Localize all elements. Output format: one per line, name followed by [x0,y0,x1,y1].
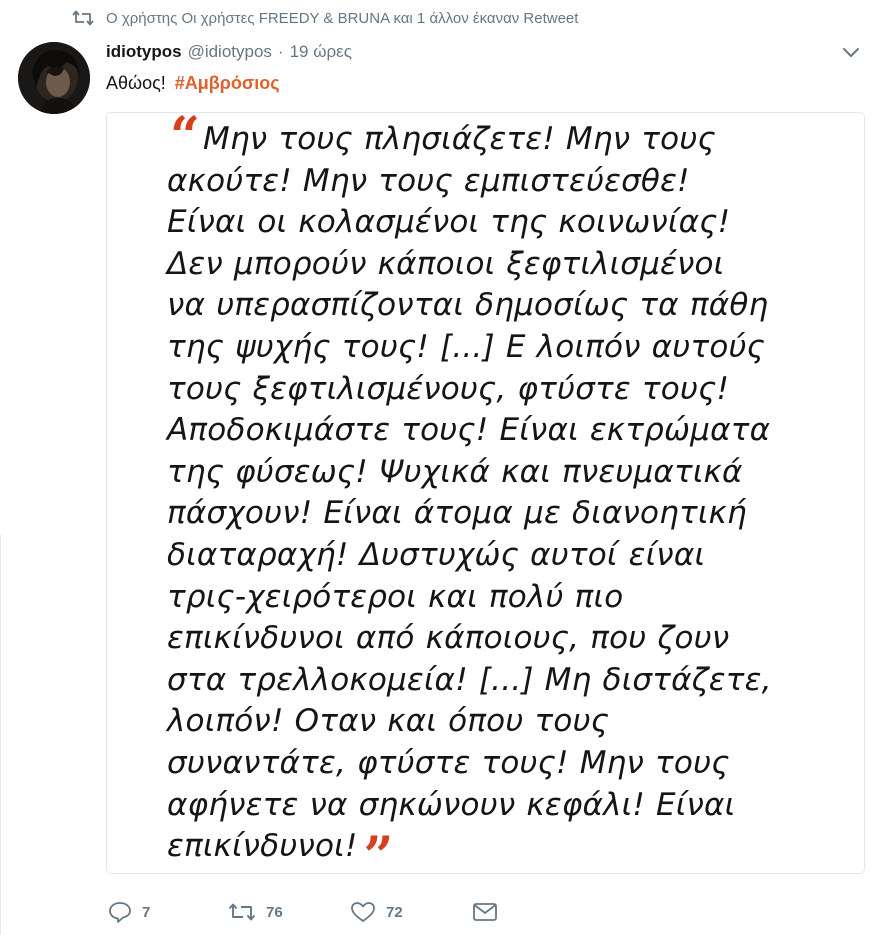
tweet-text: Αθώος! #Αμβρόσιος [106,73,280,94]
author-handle[interactable]: @idiotypos [188,42,272,62]
timeline-divider [0,535,1,935]
message-icon [473,903,497,921]
author-name[interactable]: idiotypos [106,42,182,62]
quote-text: Μην τους πλησιάζετε! Μην τους ακούτε! Μη… [167,119,827,874]
retweet-icon [228,903,256,921]
quote-line: να υπερασπίζονται δημοσίως τα πάθη [167,287,769,324]
quote-line: επικίνδυνοι! [167,828,358,865]
reply-icon [109,902,131,923]
retweet-context: Ο χρήστης Οι χρήστες FREEDY & BRUNA και … [72,8,578,28]
retweet-button[interactable]: 76 [228,901,350,923]
quote-line: επικίνδυνοι από κάποιους, που ζουν [167,620,730,657]
tweet-menu-button[interactable] [840,44,862,62]
quote-line: τρις-χειρότεροι και πολύ πιο [167,578,624,615]
quote-line: ακούτε! Μην τους εμπιστεύεσθε! [167,162,690,199]
quote-line: συναντάτε, φτύστε τους! Μην τους [167,744,730,781]
quote-last-line: επικίνδυνοι!” [167,826,394,874]
retweet-context-icon [72,9,94,27]
header-separator: · [277,42,284,61]
retweet-count: 76 [266,903,283,921]
quote-line: Δεν μπορούν κάποιοι ξεφτιλισμένοι [167,245,725,282]
quote-line: της φύσεως! Ψυχικά και πνευματικά [167,453,743,490]
hashtag-link[interactable]: #Αμβρόσιος [175,73,280,93]
retweet-context-text[interactable]: Ο χρήστης Οι χρήστες FREEDY & BRUNA και … [106,10,578,27]
like-icon [351,902,375,922]
quote-line: Μην τους πλησιάζετε! Μην τους [203,121,716,157]
chevron-down-icon [843,48,859,57]
quote-line: διαταραχή! Δυστυχώς αυτοί είναι [167,536,706,573]
tweet-actions: 7 76 72 [108,898,498,926]
quote-line: Αποδοκιμάστε τους! Είναι εκτρώματα [167,412,771,449]
reply-count: 7 [142,903,151,921]
tweet-text-body: Αθώος! [106,73,166,93]
reply-button[interactable]: 7 [108,901,228,923]
quote-line: Είναι οι κολασμένοι της κοινωνίας! [167,204,731,241]
direct-message-button[interactable] [472,902,498,922]
quote-line: λοιπόν! Οταν και όπου τους [167,703,610,740]
avatar-image [18,42,90,114]
quote-line: της ψυχής τους! [...] Ε λοιπόν αυτούς [167,328,766,365]
quote-line: στα τρελλοκομεία! [...] Μη διστάζετε, [167,661,772,698]
quote-line: αφήνετε να σηκώνουν κεφάλι! Είναι [167,786,736,823]
quote-line: τους ξεφτιλισμένους, φτύστε τους! [167,370,730,407]
tweet-header: idiotypos @idiotypos · 19 ώρες [106,42,352,64]
tweet-timestamp[interactable]: 19 ώρες [290,42,352,62]
like-button[interactable]: 72 [350,901,472,923]
avatar[interactable] [18,42,90,114]
tweet-media-image[interactable]: “ Μην τους πλησιάζετε! Μην τους ακούτε! … [106,112,865,874]
quote-line: πάσχουν! Είναι άτομα με διανοητική [167,495,747,532]
like-count: 72 [386,903,403,921]
